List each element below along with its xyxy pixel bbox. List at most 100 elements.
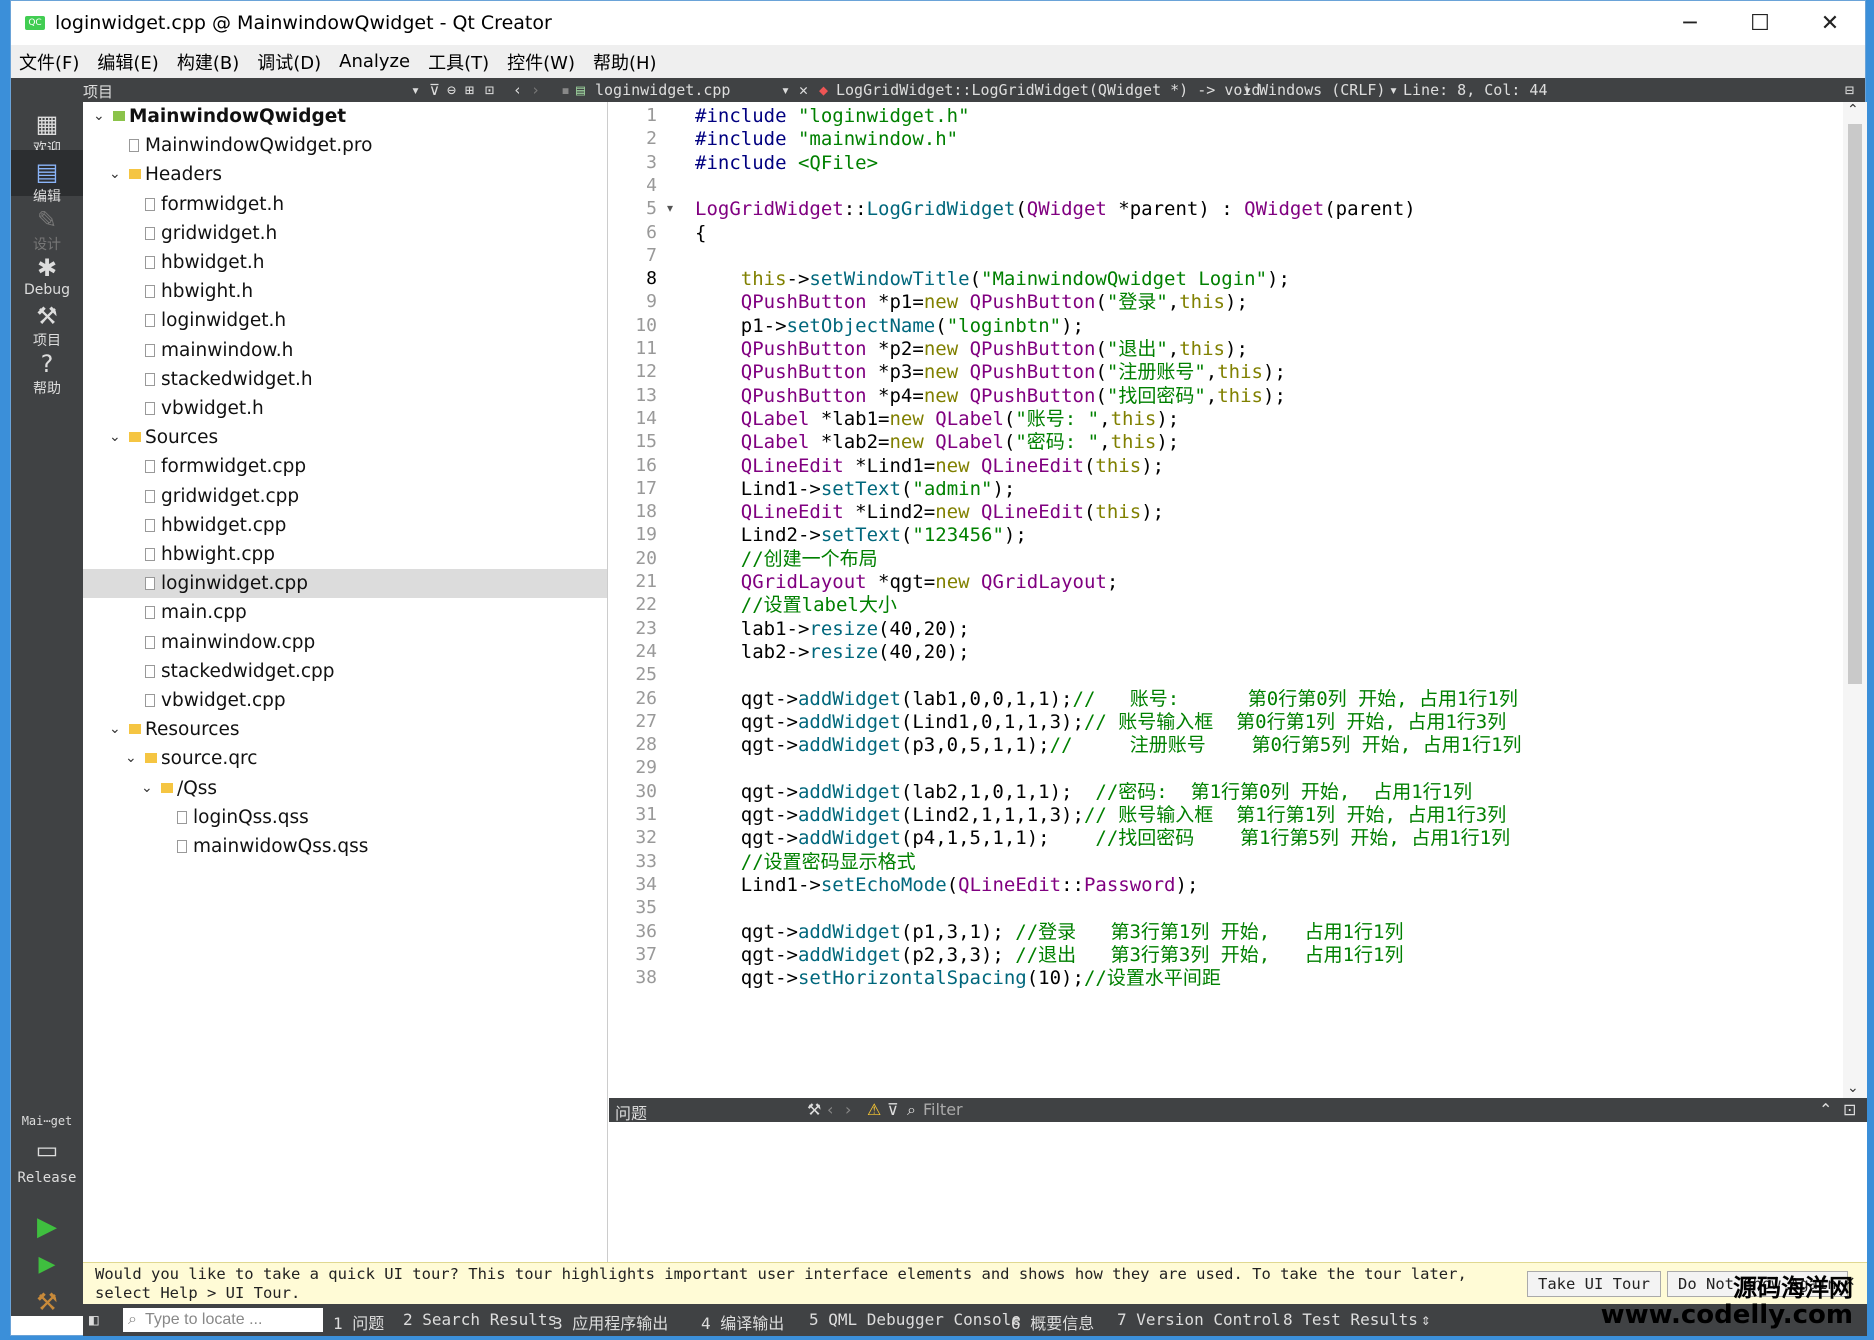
code-line[interactable]: p1->setObjectName("loginbtn"); xyxy=(695,314,1084,338)
line-ending-combo[interactable]: Windows (CRLF) xyxy=(1259,81,1385,99)
tree-item[interactable]: ⌄ source.qrc xyxy=(83,744,607,773)
menu-edit[interactable]: 编辑(E) xyxy=(97,49,158,75)
expand-arrow-icon[interactable]: ⌄ xyxy=(109,160,121,189)
prev-issue-icon[interactable]: ‹ xyxy=(827,1100,833,1119)
mode-edit[interactable]: ▤ 编辑 xyxy=(11,150,83,205)
code-line[interactable]: { xyxy=(695,221,706,245)
file-combo-arrow-icon[interactable]: ▾ xyxy=(781,81,790,99)
menu-debug[interactable]: 调试(D) xyxy=(257,49,321,75)
code-line[interactable]: #include <QFile> xyxy=(695,151,878,175)
pane-version-control[interactable]: 7 Version Control xyxy=(1117,1310,1281,1329)
warning-filter-icon[interactable]: ⚠ xyxy=(867,1100,881,1119)
code-line[interactable]: #include "mainwindow.h" xyxy=(695,127,958,151)
mode-debug[interactable]: ✱ Debug xyxy=(11,246,83,298)
tree-item[interactable]: ⌄ MainwindowQwidget xyxy=(83,102,607,131)
menu-tools[interactable]: 工具(T) xyxy=(428,49,489,75)
maximize-pane-icon[interactable]: ⌃ xyxy=(1819,1100,1832,1119)
tree-item[interactable]: formwidget.h xyxy=(83,190,607,219)
menu-build[interactable]: 构建(B) xyxy=(177,49,239,75)
expand-arrow-icon[interactable]: ⌄ xyxy=(125,744,137,773)
tree-item[interactable]: mainwidowQss.qss xyxy=(83,832,607,861)
link-icon[interactable]: ⊖ xyxy=(447,81,456,99)
toggle-sidebar-icon[interactable]: ◧ xyxy=(89,1310,99,1329)
code-line[interactable]: qgt->addWidget(lab2,1,0,1,1); //密码: 第1行第… xyxy=(695,780,1472,804)
close-pane-icon[interactable]: ⊡ xyxy=(485,81,494,99)
tree-item[interactable]: hbwight.cpp xyxy=(83,540,607,569)
build-hammer-icon[interactable]: ⚒ xyxy=(11,1288,83,1316)
code-line[interactable]: Lind1->setEchoMode(QLineEdit::Password); xyxy=(695,873,1199,897)
code-line[interactable]: QGridLayout *qgt=new QGridLayout; xyxy=(695,570,1119,594)
code-line[interactable]: //设置密码显示格式 xyxy=(695,850,916,874)
menu-help[interactable]: 帮助(H) xyxy=(593,49,657,75)
tree-item[interactable]: loginwidget.h xyxy=(83,306,607,335)
pane-app-output[interactable]: 3 应用程序输出 xyxy=(553,1310,668,1334)
expand-arrow-icon[interactable]: ⌄ xyxy=(141,774,153,803)
mode-design[interactable]: ✎ 设计 xyxy=(11,198,83,253)
tree-item[interactable]: ⌄ Sources xyxy=(83,423,607,452)
symbol-combo[interactable]: LogGridWidget::LogGridWidget(QWidget *) … xyxy=(836,81,1260,99)
tree-item[interactable]: hbwidget.cpp xyxy=(83,511,607,540)
tree-item[interactable]: loginwidget.cpp xyxy=(83,569,607,599)
tree-item[interactable]: ⌄ /Qss xyxy=(83,774,607,803)
code-line[interactable]: #include "loginwidget.h" xyxy=(695,104,970,128)
code-line[interactable]: Lind1->setText("admin"); xyxy=(695,477,1016,501)
next-issue-icon[interactable]: › xyxy=(845,1100,851,1119)
file-combo[interactable]: loginwidget.cpp xyxy=(595,81,730,99)
code-line[interactable]: qgt->setHorizontalSpacing(10);//设置水平间距 xyxy=(695,966,1221,990)
mode-projects[interactable]: ⚒ 项目 xyxy=(11,294,83,349)
code-line[interactable]: LogGridWidget::LogGridWidget(QWidget *pa… xyxy=(695,197,1416,221)
tree-item[interactable]: formwidget.cpp xyxy=(83,452,607,481)
code-line[interactable]: qgt->addWidget(Lind1,0,1,1,3);// 账号输入框 第… xyxy=(695,710,1506,734)
code-line[interactable]: qgt->addWidget(Lind2,1,1,1,3);// 账号输入框 第… xyxy=(695,803,1506,827)
tree-item[interactable]: hbwight.h xyxy=(83,277,607,306)
code-line[interactable]: qgt->addWidget(p1,3,1); //登录 第3行第1列 开始, … xyxy=(695,920,1404,944)
minimize-button[interactable]: ─ xyxy=(1655,1,1725,45)
scroll-down-icon[interactable]: ⌄ xyxy=(1847,1080,1859,1096)
pane-qml-console[interactable]: 5 QML Debugger Console xyxy=(809,1310,1021,1329)
code-line[interactable]: QPushButton *p3=new QPushButton("注册账号",t… xyxy=(695,360,1286,384)
expand-arrow-icon[interactable]: ⌄ xyxy=(109,423,121,452)
pane-test-results[interactable]: 8 Test Results xyxy=(1283,1310,1418,1329)
locator-input[interactable]: ⌕ Type to locate ... xyxy=(123,1308,323,1332)
code-line[interactable]: //设置label大小 xyxy=(695,593,897,617)
editor-scrollbar[interactable]: ⌃ ⌄ xyxy=(1843,102,1867,1098)
close-button[interactable]: ✕ xyxy=(1795,1,1865,45)
tree-item[interactable]: gridwidget.h xyxy=(83,219,607,248)
issues-filter-input[interactable]: Filter xyxy=(923,1100,963,1119)
scrollbar-thumb[interactable] xyxy=(1848,124,1862,684)
cursor-position[interactable]: Line: 8, Col: 44 xyxy=(1403,81,1548,99)
fold-marker-icon[interactable]: ▾ xyxy=(667,201,673,215)
menu-file[interactable]: 文件(F) xyxy=(19,49,79,75)
tree-item[interactable]: loginQss.qss xyxy=(83,803,607,832)
code-line[interactable]: qgt->addWidget(p4,1,5,1,1); //找回密码 第1行第5… xyxy=(695,826,1510,850)
tree-item[interactable]: gridwidget.cpp xyxy=(83,482,607,511)
tree-item[interactable]: stackedwidget.h xyxy=(83,365,607,394)
menu-analyze[interactable]: Analyze xyxy=(339,51,410,72)
code-line[interactable]: //创建一个布局 xyxy=(695,547,878,571)
tree-item[interactable]: ⌄ Resources xyxy=(83,715,607,744)
mode-welcome[interactable]: ▦ 欢迎 xyxy=(11,102,83,157)
more-panes-icon[interactable]: ⇕ xyxy=(1421,1310,1431,1329)
kit-project-name[interactable]: Mai⋯get xyxy=(11,1114,83,1128)
menu-widget[interactable]: 控件(W) xyxy=(507,49,575,75)
expand-arrow-icon[interactable]: ⌄ xyxy=(109,715,121,744)
tree-item[interactable]: mainwindow.cpp xyxy=(83,628,607,657)
kit-selector[interactable]: ▭ xyxy=(11,1136,83,1164)
tree-item[interactable]: vbwidget.h xyxy=(83,394,607,423)
scroll-up-icon[interactable]: ⌃ xyxy=(1847,102,1859,118)
split-editor-icon[interactable]: ⊟ xyxy=(1845,81,1854,99)
filter-icon[interactable]: ⊽ xyxy=(429,81,440,99)
tree-item[interactable]: vbwidget.cpp xyxy=(83,686,607,715)
forward-arrow-icon[interactable]: › xyxy=(531,81,540,99)
tree-item[interactable]: stackedwidget.cpp xyxy=(83,657,607,686)
tree-item[interactable]: mainwindow.h xyxy=(83,336,607,365)
code-line[interactable]: qgt->addWidget(p3,0,5,1,1);// 注册账号 第0行第5… xyxy=(695,733,1522,757)
code-editor[interactable]: 1 2 3 4 5 6 7 8 9 10 11 12 13 14 15 16 17 18 19 20 21 22 23 24 2… xyxy=(609,102,1867,1098)
code-line[interactable]: QLineEdit *Lind2=new QLineEdit(this); xyxy=(695,500,1164,524)
code-line[interactable]: qgt->addWidget(p2,3,3); //退出 第3行第3列 开始, … xyxy=(695,943,1404,967)
back-arrow-icon[interactable]: ‹ xyxy=(513,81,522,99)
close-file-icon[interactable]: ✕ xyxy=(799,81,808,99)
issues-build-icon[interactable]: ⚒ xyxy=(807,1100,821,1119)
code-line[interactable]: lab1->resize(40,20); xyxy=(695,617,970,641)
code-line[interactable]: this->setWindowTitle("MainwindowQwidget … xyxy=(695,267,1290,291)
